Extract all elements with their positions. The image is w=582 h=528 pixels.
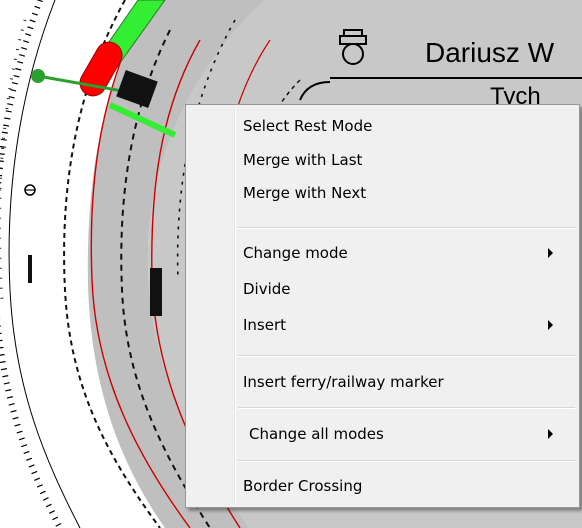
- driver-name-text: Dariusz W: [425, 37, 555, 68]
- menu-item-label: Border Crossing: [243, 477, 363, 495]
- menu-item-insert-ferry-railway-marker[interactable]: Insert ferry/railway marker: [188, 367, 577, 397]
- submenu-arrow-icon: [548, 320, 553, 330]
- menu-item-label: Merge with Next: [243, 184, 367, 202]
- menu-item-label: Insert ferry/railway marker: [243, 373, 444, 391]
- menu-item-insert[interactable]: Insert: [188, 310, 577, 340]
- menu-item-label: Change all modes: [249, 425, 384, 443]
- menu-item-label: Divide: [243, 280, 291, 298]
- context-menu: Select Rest Mode Merge with Last Merge w…: [185, 104, 580, 508]
- menu-separator: [238, 407, 575, 409]
- menu-item-border-crossing[interactable]: Border Crossing: [188, 471, 577, 501]
- green-pointer-knob[interactable]: [31, 69, 45, 83]
- submenu-arrow-icon: [548, 248, 553, 258]
- black-marker-2: [150, 268, 162, 316]
- menu-item-label: Insert: [243, 316, 287, 334]
- menu-separator: [238, 355, 575, 357]
- menu-item-divide[interactable]: Divide: [188, 274, 577, 304]
- menu-item-merge-with-last[interactable]: Merge with Last: [188, 145, 577, 175]
- menu-separator: [238, 227, 575, 229]
- submenu-arrow-icon: [548, 429, 553, 439]
- menu-item-merge-with-next[interactable]: Merge with Next: [188, 178, 577, 208]
- menu-separator: [238, 460, 575, 462]
- menu-item-label: Change mode: [243, 244, 348, 262]
- menu-item-change-mode[interactable]: Change mode: [188, 238, 577, 268]
- menu-item-select-rest-mode[interactable]: Select Rest Mode: [188, 111, 577, 141]
- menu-item-label: Select Rest Mode: [243, 117, 373, 135]
- menu-item-change-all-modes[interactable]: Change all modes: [188, 419, 577, 449]
- black-marker-3: [28, 255, 32, 283]
- menu-item-label: Merge with Last: [243, 151, 363, 169]
